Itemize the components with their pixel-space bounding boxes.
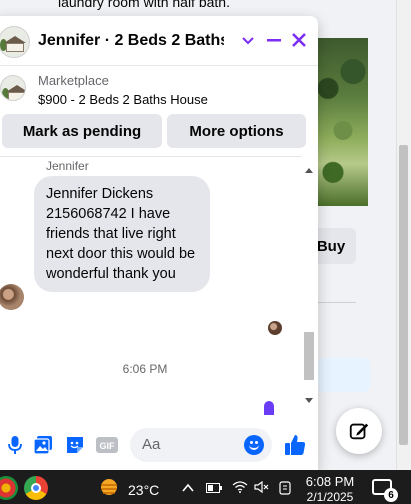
message-input[interactable] [142,436,242,453]
new-message-button[interactable] [336,408,382,454]
chat-header[interactable]: Jennifer · 2 Beds 2 Baths H... [0,16,318,66]
app-icon[interactable] [0,476,18,500]
more-options-button[interactable]: More options [167,114,306,148]
chevron-down-icon[interactable] [238,30,258,50]
chat-scrollbar-thumb[interactable] [304,332,314,380]
close-icon[interactable] [289,30,309,50]
device-icon[interactable] [278,481,292,498]
listing-title: $900 - 2 Beds 2 Baths House [38,92,208,107]
message-input-wrapper[interactable] [130,428,272,462]
listing-description: laundry room with half bath. [58,0,230,10]
scroll-down-arrow-icon[interactable] [305,398,313,403]
compose-icon [349,423,369,440]
marketplace-label: Marketplace [38,73,109,88]
sticker-icon[interactable] [64,434,86,456]
message-timestamp: 6:06 PM [122,362,168,376]
notification-badge: 6 [384,488,398,502]
read-receipt-avatar [268,321,282,335]
divider [318,302,356,303]
message-bubble[interactable]: Jennifer Dickens 2156068742 I have frien… [34,176,210,292]
message-thread[interactable]: Jennifer Jennifer Dickens 2156068742 I h… [0,156,302,415]
chat-window: Jennifer · 2 Beds 2 Baths H... Marketpla… [0,16,318,470]
microphone-icon[interactable] [4,434,26,456]
taskbar: 23°C 6:08 PM 2/1/2025 6 [0,470,411,504]
chat-scrollbar[interactable] [302,164,316,410]
minimize-icon[interactable] [264,30,284,50]
chat-title[interactable]: Jennifer · 2 Beds 2 Baths H... [38,32,224,50]
chevron-up-icon[interactable] [182,481,194,496]
clock-time[interactable]: 6:08 PM [304,474,356,489]
gif-icon[interactable]: GIF [96,434,118,456]
listing-avatar[interactable] [0,26,30,58]
temperature-label[interactable]: 23°C [128,482,159,498]
weather-icon[interactable] [98,477,120,497]
svg-text:GIF: GIF [100,441,116,451]
message-composer: GIF [0,420,318,470]
chrome-icon[interactable] [24,476,48,500]
clock-date[interactable]: 2/1/2025 [302,490,358,504]
emoji-icon[interactable] [244,435,264,455]
page-scrollbar-thumb[interactable] [399,145,408,445]
mark-as-pending-button[interactable]: Mark as pending [2,114,162,148]
listing-photo[interactable] [318,38,368,206]
scroll-up-arrow-icon[interactable] [305,168,313,173]
sender-name: Jennifer [46,159,89,173]
typing-indicator [264,401,274,415]
volume-muted-icon[interactable] [254,480,270,496]
listing-thumbnail [0,75,26,101]
info-box [318,358,370,392]
thumbs-up-icon[interactable] [284,434,306,456]
marketplace-listing[interactable]: Marketplace $900 - 2 Beds 2 Baths House [0,67,318,111]
battery-icon[interactable] [206,481,222,496]
wifi-icon[interactable] [232,481,248,496]
photo-icon[interactable] [32,434,54,456]
sender-avatar[interactable] [0,284,24,310]
